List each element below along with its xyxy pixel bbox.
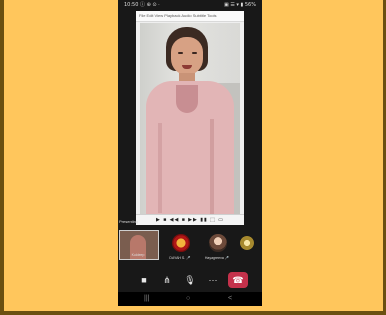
presenting-label: Presenting [119,219,139,224]
status-bar: 10:50 ⓘ ⊕ ⊙ · ▣ ☰ ▾ ▮ 56% [118,0,262,10]
participant-tile[interactable]: Hayagreeva 🎤 [199,230,235,260]
home-button[interactable]: ○ [186,292,190,306]
participant-tile[interactable] [232,230,262,260]
shared-window-menu-text: File Edit View Playback Audio Subtitle T… [139,13,217,18]
microphone-button[interactable]: 🎙 [182,272,198,288]
shared-screen-window: File Edit View Playback Audio Subtitle T… [136,11,244,225]
android-navigation-bar: ||| ○ < [118,292,262,306]
speaker-eye-left [178,52,183,54]
participant-tile-self[interactable]: Kuldeep [119,230,159,260]
video-toggle-button[interactable]: ⋔ [159,272,175,288]
status-icons: ▣ ☰ ▾ ▮ 56% [224,2,256,8]
dress-fold [158,123,162,213]
dress-fold [176,85,198,113]
shared-window-menubar: File Edit View Playback Audio Subtitle T… [136,11,244,22]
call-controls-bar: ■ ⋔ 🎙 ··· ☎ [118,268,262,292]
participant-strip: Kuldeep DAYAH S. 🎤 Hayagreeva 🎤 [118,228,262,264]
participant-name: Kuldeep [131,253,145,257]
participant-name: DAYAH S. 🎤 [169,256,191,260]
back-button[interactable]: < [228,292,232,306]
speaker-eye-right [192,52,197,54]
phone-screen: 10:50 ⓘ ⊕ ⊙ · ▣ ☰ ▾ ▮ 56% File Edit View… [118,0,262,306]
more-options-button[interactable]: ··· [205,272,221,288]
end-call-button[interactable]: ☎ [228,272,248,288]
recents-button[interactable]: ||| [144,292,149,306]
shared-video-content [140,23,240,223]
logo-avatar-icon [172,234,190,252]
speaker-face [171,37,203,75]
participant-tile[interactable]: DAYAH S. 🎤 [162,230,198,260]
emblem-avatar-icon [240,236,254,250]
status-time: 10:50 ⓘ ⊕ ⊙ · [124,2,160,8]
participant-name: Hayagreeva 🎤 [204,256,230,260]
media-player-controls[interactable]: ▶ ■ ◀◀ ■ ▶▶ ▮▮ ⬚ ▭ [136,214,244,225]
dress-fold [210,119,214,219]
camera-button[interactable]: ■ [136,272,152,288]
person-avatar-icon [209,234,227,252]
